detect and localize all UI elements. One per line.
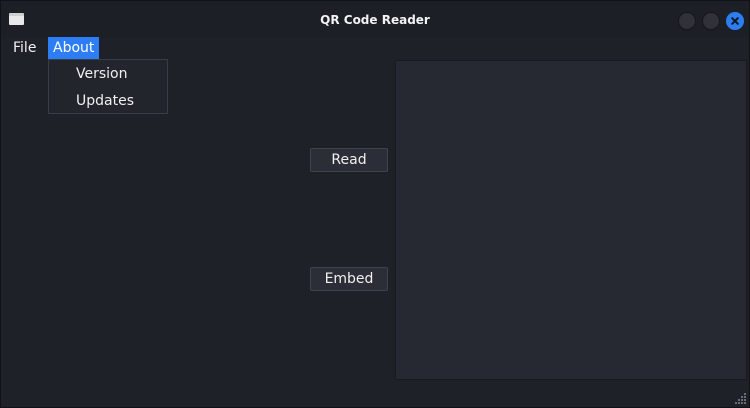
resize-grip-icon[interactable] [735,393,747,405]
menu-item-version[interactable]: Version [49,61,167,87]
output-panel [395,60,747,380]
about-dropdown: Version Updates [48,59,168,114]
menu-file[interactable]: File [8,37,41,59]
minimize-button[interactable] [678,12,696,30]
read-button[interactable]: Read [310,148,388,172]
app-window: QR Code Reader File About Version Update… [0,0,750,408]
title-bar[interactable]: QR Code Reader [1,1,749,37]
menu-bar: File About [1,37,749,59]
menu-about[interactable]: About [48,37,100,59]
menu-item-updates[interactable]: Updates [49,88,167,114]
maximize-button[interactable] [702,12,720,30]
window-title: QR Code Reader [320,13,430,27]
embed-button[interactable]: Embed [310,267,388,291]
close-button[interactable] [726,12,744,30]
